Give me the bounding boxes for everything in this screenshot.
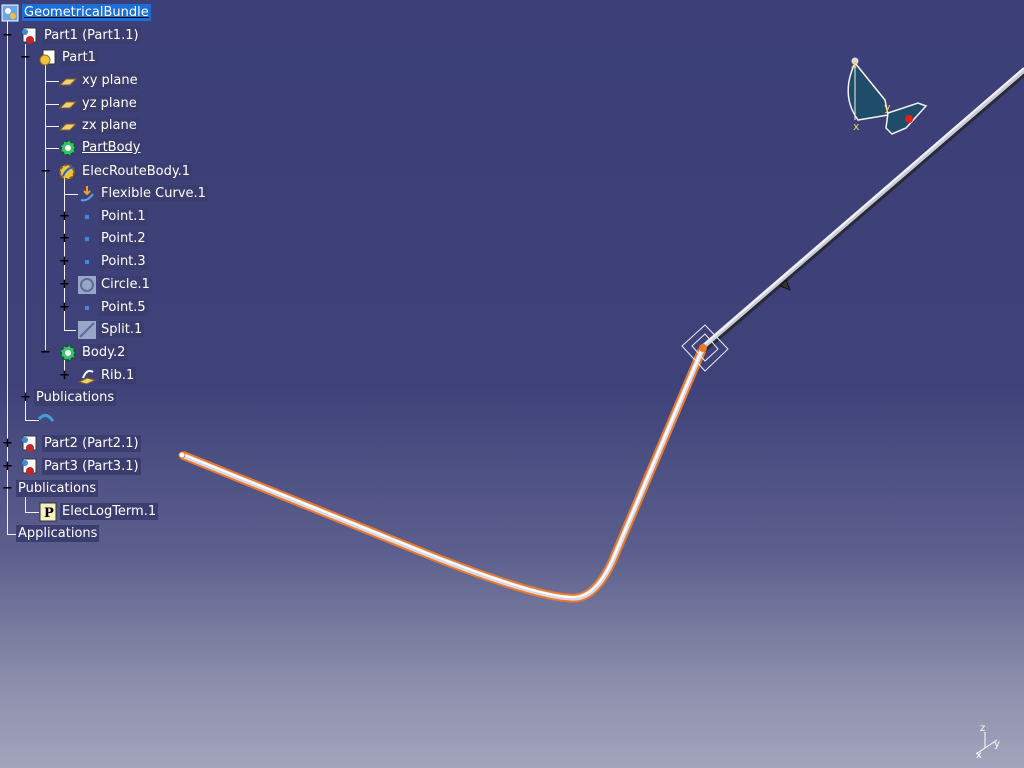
gear-body-icon (60, 139, 76, 156)
tree-item-zx-plane[interactable]: zx plane (58, 115, 139, 136)
part-instance-icon (22, 458, 37, 475)
tree-label: Part1 (60, 49, 98, 66)
tree-line (25, 512, 39, 513)
tree-item-partbody[interactable]: PartBody (58, 137, 143, 158)
tree-item-point-2[interactable]: Point.2 (77, 228, 148, 249)
collapse-toggle[interactable]: − (2, 482, 13, 495)
tree-label: Point.5 (99, 299, 148, 316)
expand-toggle[interactable]: + (20, 391, 31, 404)
tree-item-applications[interactable]: Applications (14, 523, 100, 544)
tree-item-flexible-curve[interactable]: Flexible Curve.1 (77, 183, 208, 204)
tree-label: Point.3 (99, 253, 148, 270)
tree-item-elec-log-term[interactable]: P ElecLogTerm.1 (38, 501, 159, 522)
tree-item-elec-route-body[interactable]: ElecRouteBody.1 (58, 161, 193, 182)
svg-text:P: P (44, 506, 54, 521)
tree-label: Rib.1 (99, 367, 137, 384)
tree-line (45, 104, 59, 105)
specification-tree: GeometricalBundle − Part1 (Part1.1) − Pa… (0, 0, 1024, 768)
tree-item-applications-icon[interactable] (36, 408, 56, 429)
tree-label: Point.2 (99, 230, 148, 247)
tree-item-part1-instance[interactable]: Part1 (Part1.1) (20, 25, 141, 46)
tree-item-point-5[interactable]: Point.5 (77, 297, 148, 318)
tree-item-publications-part1[interactable]: Publications (32, 387, 117, 408)
route-body-icon (59, 163, 76, 180)
tree-label: PartBody (80, 139, 143, 156)
tree-item-split-1[interactable]: Split.1 (77, 319, 145, 340)
tree-line (45, 148, 59, 149)
tree-label: Part2 (Part2.1) (42, 435, 141, 452)
tree-label: zx plane (80, 117, 139, 134)
part-instance-icon (22, 27, 37, 44)
part-icon (39, 49, 56, 65)
tree-label: Publications (16, 480, 99, 497)
circle-feature-icon (78, 275, 96, 294)
tree-label: xy plane (80, 72, 140, 89)
tree-label: Split.1 (99, 321, 145, 338)
tree-item-yz-plane[interactable]: yz plane (58, 93, 139, 114)
expand-toggle[interactable]: + (59, 232, 70, 245)
tree-label: Publications (34, 389, 117, 406)
plane-icon (58, 123, 78, 130)
tree-line (45, 64, 46, 350)
part-instance-icon (22, 435, 37, 452)
tree-label: Point.1 (99, 208, 148, 225)
tree-line (45, 126, 59, 127)
tree-line (45, 81, 59, 82)
tree-item-point-1[interactable]: Point.1 (77, 206, 148, 227)
publication-icon: P (39, 502, 57, 521)
split-icon (78, 320, 96, 339)
tree-item-part2-instance[interactable]: Part2 (Part2.1) (20, 433, 141, 454)
point-icon (85, 259, 89, 264)
point-icon (85, 236, 89, 241)
application-icon (37, 413, 55, 422)
tree-item-part1[interactable]: Part1 (38, 47, 98, 68)
expand-toggle[interactable]: + (2, 437, 13, 450)
expand-toggle[interactable]: + (2, 460, 13, 473)
tree-item-rib-1[interactable]: Rib.1 (77, 365, 137, 386)
collapse-toggle[interactable]: − (2, 29, 13, 42)
gear-body-icon (60, 344, 76, 361)
collapse-toggle[interactable]: − (40, 165, 51, 178)
tree-item-part3-instance[interactable]: Part3 (Part3.1) (20, 456, 141, 477)
tree-label: Circle.1 (99, 276, 152, 293)
collapse-toggle[interactable]: − (40, 346, 51, 359)
flexible-curve-icon (80, 185, 94, 201)
tree-line (25, 44, 26, 420)
tree-item-publications-root[interactable]: Publications (14, 478, 99, 499)
tree-line (7, 20, 8, 534)
tree-label: Body.2 (80, 344, 128, 361)
tree-item-point-3[interactable]: Point.3 (77, 251, 148, 272)
product-icon (1, 4, 19, 21)
tree-label: Applications (16, 525, 100, 542)
expand-toggle[interactable]: + (59, 278, 70, 291)
expand-toggle[interactable]: + (59, 301, 70, 314)
tree-label: Part3 (Part3.1) (42, 458, 141, 475)
point-icon (85, 305, 89, 310)
tree-label: Flexible Curve.1 (99, 185, 208, 202)
collapse-toggle[interactable]: − (20, 51, 31, 64)
tree-root-geometrical-bundle[interactable]: GeometricalBundle (0, 2, 151, 23)
expand-toggle[interactable]: + (59, 210, 70, 223)
tree-line (64, 194, 78, 195)
tree-label: ElecRouteBody.1 (80, 163, 193, 180)
expand-toggle[interactable]: + (59, 369, 70, 382)
tree-label: yz plane (80, 95, 139, 112)
tree-label: GeometricalBundle (22, 4, 151, 21)
tree-label: ElecLogTerm.1 (60, 503, 159, 520)
plane-icon (58, 78, 78, 85)
point-icon (85, 214, 89, 219)
tree-item-xy-plane[interactable]: xy plane (58, 70, 140, 91)
plane-icon (58, 101, 78, 108)
tree-line (64, 330, 76, 331)
tree-item-body-2[interactable]: Body.2 (58, 342, 128, 363)
tree-item-circle-1[interactable]: Circle.1 (77, 274, 152, 295)
tree-label: Part1 (Part1.1) (42, 27, 141, 44)
rib-icon (77, 369, 97, 385)
expand-toggle[interactable]: + (59, 255, 70, 268)
